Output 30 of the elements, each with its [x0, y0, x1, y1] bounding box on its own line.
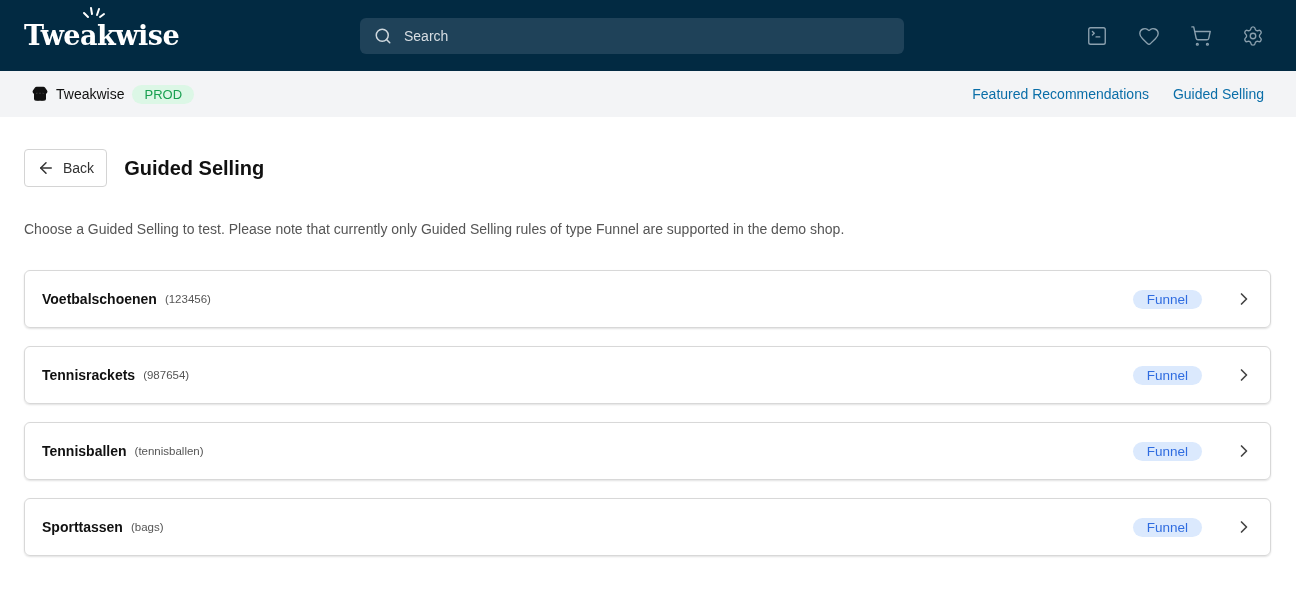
item-name: Tennisrackets	[42, 367, 136, 383]
cart-icon[interactable]	[1190, 24, 1212, 47]
list-item[interactable]: Sporttassen (bags) Funnel	[24, 498, 1271, 556]
item-name: Sporttassen	[42, 519, 123, 535]
search-icon	[374, 26, 392, 45]
shop-name: Tweakwise	[56, 86, 125, 102]
logo: Tweakwise	[24, 20, 180, 51]
item-id: (tennisballen)	[134, 445, 204, 457]
terminal-icon[interactable]	[1086, 24, 1108, 47]
item-id: (123456)	[164, 293, 211, 305]
type-badge: Funnel	[1132, 517, 1202, 537]
list-item[interactable]: Tennisrackets (987654) Funnel	[24, 346, 1271, 404]
item-id: (bags)	[130, 521, 164, 533]
type-badge: Funnel	[1132, 365, 1202, 385]
list-item[interactable]: Voetbalschoenen (123456) Funnel	[24, 270, 1271, 328]
description: Choose a Guided Selling to test. Please note that currently only Guided Selling rules of type Funnel are supported in the demo shop.	[24, 221, 846, 237]
type-badge: Funnel	[1132, 441, 1202, 461]
list-item[interactable]: Tennisballen (tennisballen) Funnel	[24, 422, 1271, 480]
environment-badge: PROD	[132, 84, 195, 104]
type-badge: Funnel	[1132, 289, 1202, 309]
item-name: Voetbalschoenen	[42, 291, 157, 307]
search-field[interactable]: Search	[360, 17, 904, 54]
page-title: Guided Selling	[124, 156, 265, 180]
nav-link[interactable]: Featured Recommendations	[972, 86, 1149, 102]
item-id: (987654)	[143, 369, 190, 381]
store-icon	[32, 86, 48, 102]
settings-icon[interactable]	[1242, 24, 1264, 47]
nav-link[interactable]: Guided Selling	[1172, 86, 1264, 102]
back-button[interactable]: Back	[24, 149, 108, 187]
item-name: Tennisballen	[42, 443, 127, 459]
